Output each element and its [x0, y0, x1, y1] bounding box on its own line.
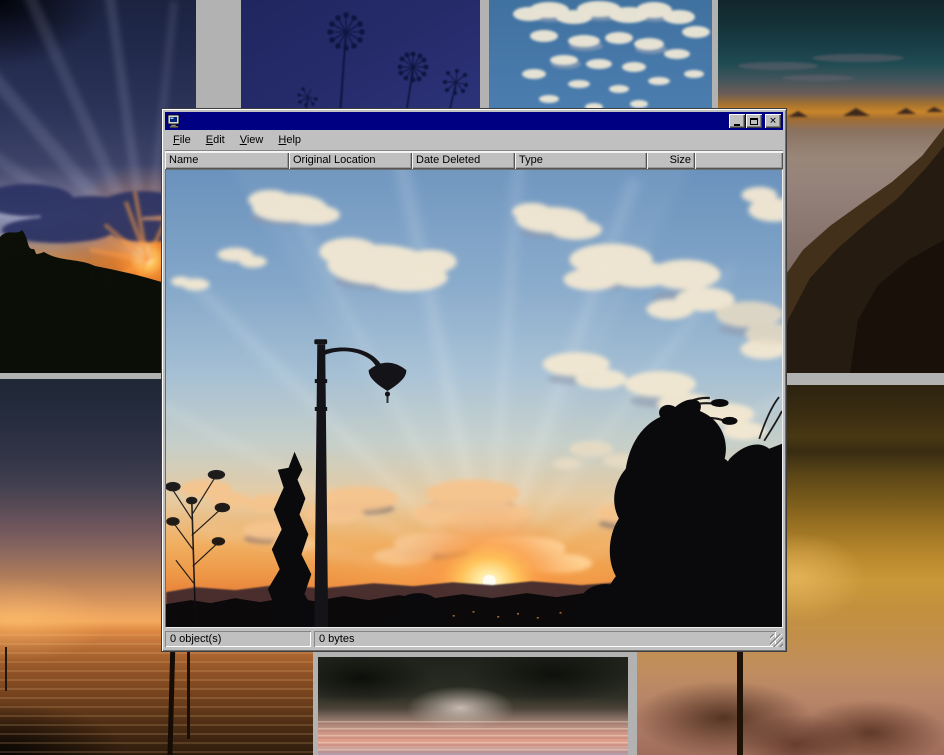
- lamp-collar-1: [315, 379, 327, 383]
- reflection-ripples: [318, 721, 628, 755]
- water-streaks: [0, 634, 313, 755]
- maximize-icon: [750, 118, 758, 125]
- list-view-background-photo: [166, 170, 782, 627]
- computer-icon: [167, 114, 181, 128]
- column-header-size[interactable]: Size: [647, 152, 695, 169]
- list-header-row: Name Original Location Date Deleted Type…: [165, 152, 783, 169]
- resize-grip-icon[interactable]: [770, 634, 783, 647]
- lamp-cap: [314, 339, 327, 344]
- lamp-collar-2: [315, 407, 327, 411]
- status-total-size: 0 bytes: [314, 631, 776, 647]
- column-header-filler[interactable]: [695, 152, 783, 169]
- column-header-type[interactable]: Type: [515, 152, 647, 169]
- desktop: { "window": { "title": "", "menu": { "it…: [0, 0, 944, 755]
- column-header-original-location[interactable]: Original Location: [289, 152, 412, 169]
- menu-edit[interactable]: Edit: [201, 132, 230, 149]
- column-header-date-deleted[interactable]: Date Deleted: [412, 152, 515, 169]
- status-bar: 0 object(s) 0 bytes: [165, 630, 783, 648]
- maximize-button[interactable]: [746, 114, 762, 128]
- titlebar[interactable]: ✕: [165, 112, 783, 130]
- list-view-area[interactable]: [165, 169, 783, 628]
- close-button[interactable]: ✕: [765, 114, 781, 128]
- wallpaper-photo-water-reflection: [318, 657, 628, 755]
- menu-file[interactable]: File: [168, 132, 196, 149]
- column-header-name[interactable]: Name: [165, 152, 289, 169]
- tree-mass-far-right: [718, 444, 782, 627]
- recycle-bin-window: ✕ File Edit View Help Name Original Loca…: [161, 108, 787, 652]
- lagoon-pole-far: [5, 647, 7, 691]
- status-object-count: 0 object(s): [165, 631, 311, 647]
- menu-bar: File Edit View Help: [165, 131, 783, 150]
- close-icon: ✕: [769, 116, 777, 125]
- lagoon-pole-thin: [187, 643, 190, 739]
- menu-view[interactable]: View: [235, 132, 269, 149]
- minimize-button[interactable]: [729, 114, 745, 128]
- menu-help[interactable]: Help: [273, 132, 306, 149]
- minimize-icon: [734, 124, 740, 126]
